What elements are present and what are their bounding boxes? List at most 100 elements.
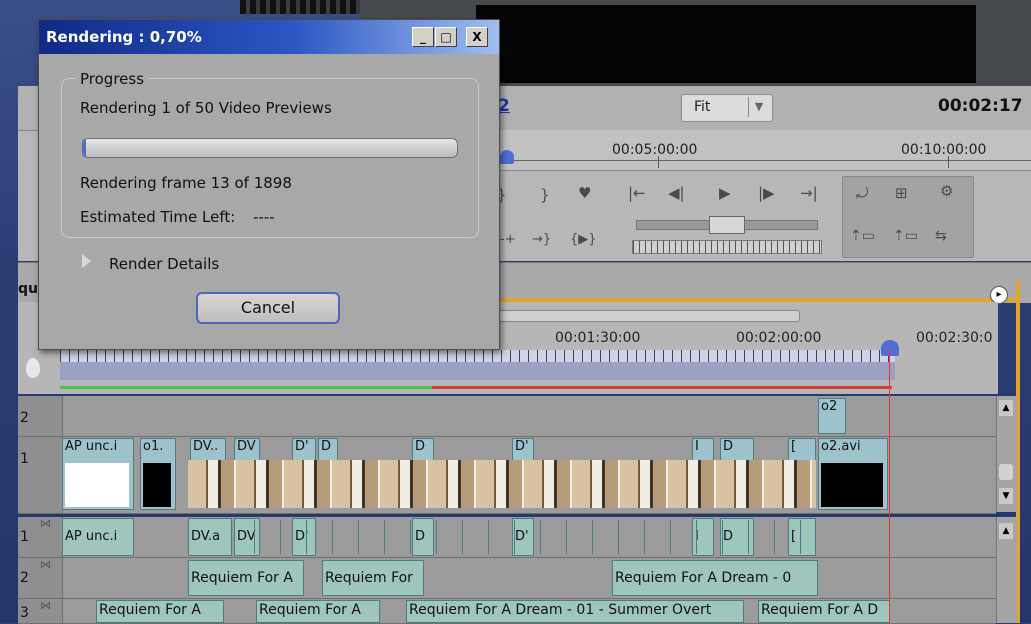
clip[interactable]: D bbox=[720, 518, 754, 556]
dialog-title: Rendering : 0,70% bbox=[46, 28, 202, 46]
maximize-button[interactable]: □ bbox=[435, 27, 457, 47]
ruler-tick-label: 00:02:00:00 bbox=[736, 330, 822, 346]
clip[interactable]: AP unc.i bbox=[62, 438, 134, 510]
output-icon[interactable]: ⚙ bbox=[940, 182, 953, 200]
unrendered-indicator bbox=[432, 386, 892, 389]
speaker-icon[interactable]: ⋈ bbox=[40, 517, 51, 530]
shuttle-slider[interactable] bbox=[636, 216, 818, 234]
mark-out-icon[interactable]: } bbox=[540, 186, 550, 204]
clip[interactable]: o2.avi bbox=[818, 438, 888, 510]
track-header-audio-2[interactable]: 2 ⋈ bbox=[18, 558, 63, 598]
audio-tracks-scrollbar[interactable]: ▲ bbox=[996, 517, 1017, 623]
scroll-thumb[interactable] bbox=[999, 464, 1013, 480]
trim-icon[interactable]: ⇆ bbox=[935, 228, 947, 244]
clip[interactable]: DV.. bbox=[190, 438, 226, 462]
monitor-time-ruler[interactable]: 00:05:00:00 00:10:00:00 bbox=[498, 130, 1031, 171]
timeline-playhead-icon[interactable] bbox=[881, 340, 899, 356]
cancel-button[interactable]: Cancel bbox=[196, 292, 340, 324]
playhead-line bbox=[889, 348, 890, 623]
speaker-icon[interactable]: ⋈ bbox=[40, 558, 51, 571]
extract-icon[interactable]: ⇡▭ bbox=[893, 228, 918, 244]
speaker-icon[interactable]: ⋈ bbox=[40, 599, 51, 612]
clip[interactable]: Requiem For A Dream - 01 - Summer Overt bbox=[406, 600, 744, 623]
eta-value: ---- bbox=[253, 208, 275, 226]
clip[interactable]: Requiem For A bbox=[96, 600, 224, 623]
ruler-tick-label: 00:05:00:00 bbox=[612, 142, 698, 158]
dialog-title-bar[interactable]: Rendering : 0,70% _ □ X bbox=[39, 20, 499, 54]
rendering-dialog: Rendering : 0,70% _ □ X Progress Renderi… bbox=[38, 19, 500, 350]
eta-label: Estimated Time Left: bbox=[80, 208, 236, 226]
clip[interactable]: AP unc.i bbox=[62, 518, 134, 556]
track-header-audio-3[interactable]: 3 ⋈ bbox=[18, 599, 63, 623]
clip[interactable]: I bbox=[692, 518, 714, 556]
timecode-display[interactable]: 00:02:17 bbox=[938, 96, 1023, 116]
clip[interactable]: Requiem For A bbox=[188, 560, 304, 596]
scroll-up-icon[interactable]: ▲ bbox=[999, 523, 1013, 539]
goto-in-icon[interactable]: -+ bbox=[500, 232, 516, 247]
clip[interactable]: I bbox=[692, 438, 714, 462]
clip[interactable]: DV bbox=[234, 518, 260, 556]
ruler-tick-label: 00:10:00:00 bbox=[901, 142, 987, 158]
clip[interactable]: Requiem For A D bbox=[758, 600, 890, 623]
video-tracks-scrollbar[interactable]: ▲ ▼ bbox=[996, 396, 1017, 512]
clip[interactable]: DV bbox=[234, 438, 260, 462]
clip[interactable]: D' bbox=[512, 438, 534, 462]
marker-icon[interactable]: ♥ bbox=[578, 184, 591, 202]
track-header-video-1[interactable]: 1 bbox=[18, 437, 63, 513]
track-label: 1 bbox=[20, 451, 29, 467]
track-video-2 bbox=[18, 396, 996, 437]
clip[interactable]: [ bbox=[788, 518, 816, 556]
timeline-tab[interactable]: qu bbox=[18, 281, 38, 297]
zoom-scroll-bar[interactable] bbox=[498, 310, 800, 322]
clip[interactable]: o1. bbox=[140, 438, 176, 510]
goto-out-icon[interactable]: →} bbox=[532, 232, 551, 247]
ruler-tick-label: 00:02:30:0 bbox=[916, 330, 993, 346]
clip[interactable]: D bbox=[318, 438, 338, 462]
clip-thumbnails bbox=[188, 460, 816, 508]
play-in-out-icon[interactable]: {▶} bbox=[570, 232, 597, 247]
clip[interactable]: [ bbox=[788, 438, 816, 462]
zoom-select[interactable]: Fit ▼ bbox=[681, 94, 773, 122]
clip[interactable]: D bbox=[720, 438, 754, 462]
step-forward-icon[interactable]: |▶ bbox=[758, 184, 775, 202]
track-label: 3 bbox=[20, 605, 29, 621]
playhead-marker-icon[interactable] bbox=[500, 150, 514, 164]
clip[interactable]: o2 bbox=[818, 398, 846, 434]
step-back-edit-icon[interactable]: |← bbox=[628, 184, 646, 202]
progress-group-label: Progress bbox=[75, 70, 150, 88]
safe-margins-icon[interactable]: ⊞ bbox=[895, 184, 908, 202]
clip[interactable]: D bbox=[412, 438, 434, 462]
clip[interactable]: Requiem For bbox=[322, 560, 424, 596]
work-area-bar[interactable] bbox=[60, 362, 895, 380]
clip[interactable]: D' bbox=[292, 438, 316, 462]
clip[interactable]: D' bbox=[512, 518, 534, 556]
snap-icon[interactable] bbox=[26, 358, 40, 378]
clip[interactable]: Requiem For A bbox=[256, 600, 380, 623]
zoom-select-value: Fit bbox=[694, 99, 711, 115]
lift-icon[interactable]: ⇡▭ bbox=[850, 228, 875, 244]
scroll-up-icon[interactable]: ▲ bbox=[999, 400, 1013, 416]
chevron-down-icon[interactable]: ▼ bbox=[748, 97, 769, 117]
frame-status-text: Rendering frame 13 of 1898 bbox=[80, 174, 292, 192]
render-details-toggle[interactable]: Render Details bbox=[109, 255, 219, 273]
jog-wheel[interactable] bbox=[632, 240, 822, 254]
close-button[interactable]: X bbox=[466, 27, 488, 47]
clip[interactable]: DV.a bbox=[188, 518, 232, 556]
track-header-audio-1[interactable]: 1 ⋈ bbox=[18, 517, 63, 557]
program-preview bbox=[476, 5, 976, 83]
play-icon[interactable]: ▶ bbox=[719, 184, 731, 202]
scroll-down-icon[interactable]: ▼ bbox=[999, 488, 1013, 504]
disclosure-triangle-icon[interactable] bbox=[82, 254, 91, 268]
minimize-button[interactable]: _ bbox=[412, 27, 434, 47]
clip[interactable]: D' bbox=[292, 518, 316, 556]
loop-icon[interactable]: ⤾ bbox=[856, 184, 869, 202]
clip[interactable]: D bbox=[412, 518, 434, 556]
clip[interactable]: Requiem For A Dream - 0 bbox=[612, 560, 818, 596]
render-status-text: Rendering 1 of 50 Video Previews bbox=[80, 99, 332, 117]
step-forward-edit-icon[interactable]: →| bbox=[800, 184, 818, 202]
track-header-video-2[interactable]: 2 bbox=[18, 396, 63, 436]
track-label: 2 bbox=[20, 570, 29, 586]
track-audio-2 bbox=[18, 558, 996, 599]
rendered-indicator bbox=[60, 386, 432, 389]
step-back-icon[interactable]: ◀| bbox=[668, 184, 685, 202]
